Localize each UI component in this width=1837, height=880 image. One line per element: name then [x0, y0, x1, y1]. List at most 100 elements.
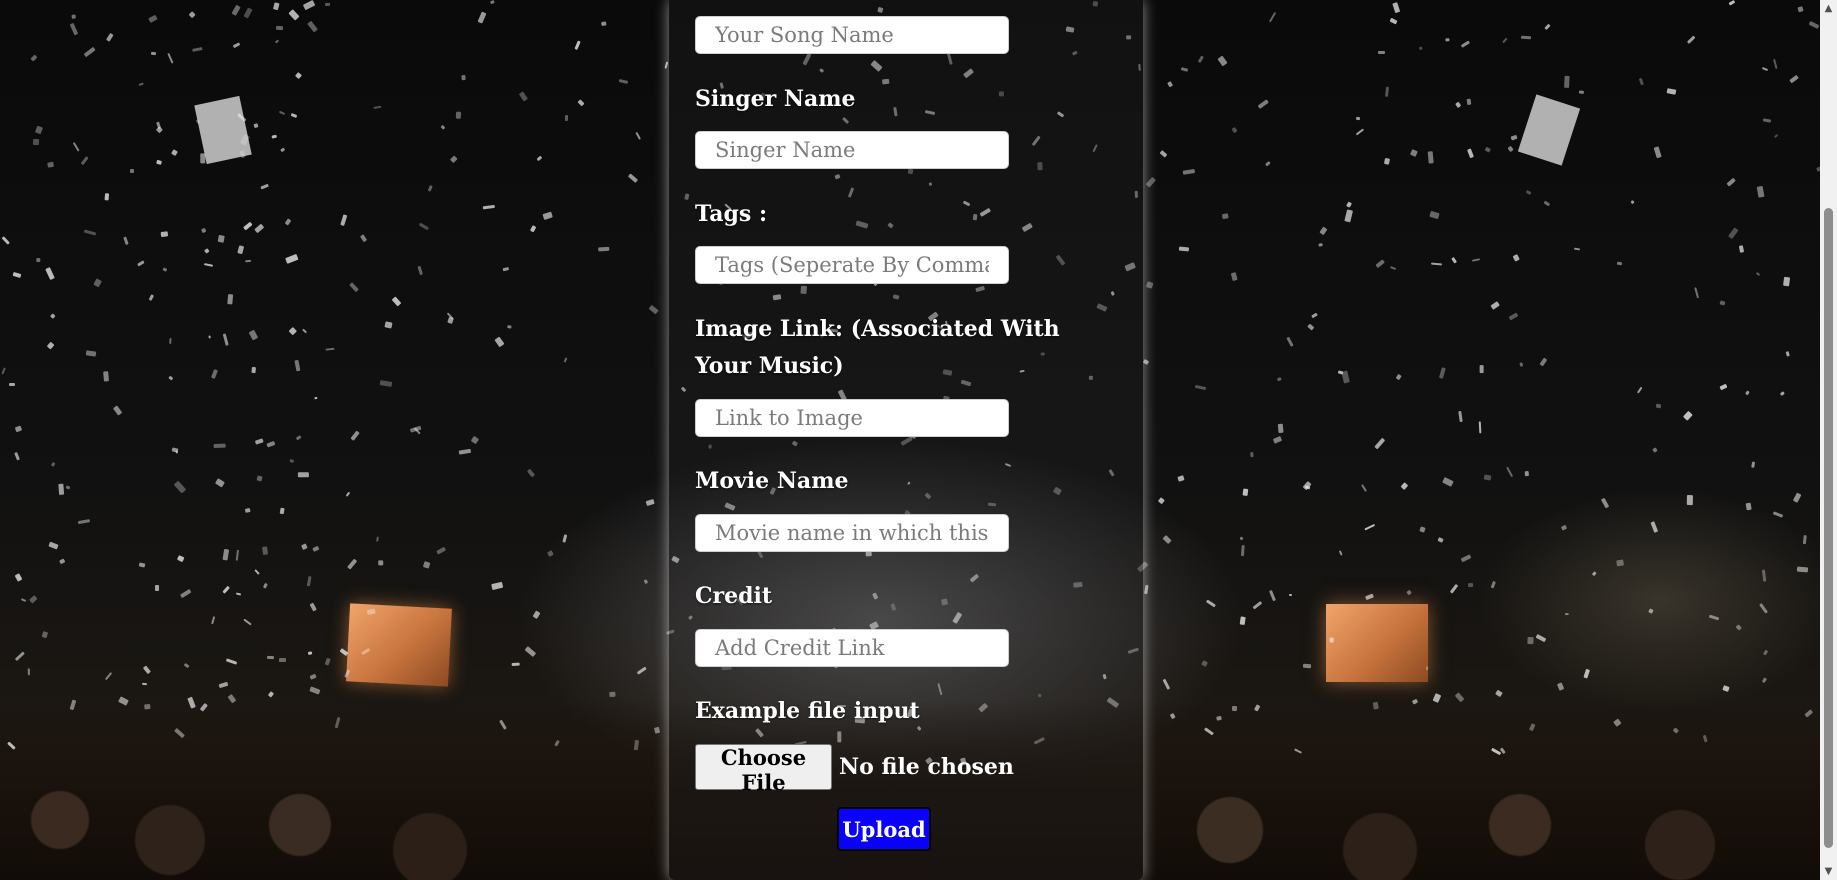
confetti-piece [177, 555, 185, 563]
confetti-piece [1616, 261, 1623, 266]
confetti-piece [1454, 101, 1462, 109]
confetti-piece [1345, 201, 1352, 208]
movie-name-input[interactable] [695, 514, 1009, 552]
confetti-piece [1365, 593, 1375, 600]
confetti-piece [41, 630, 49, 638]
confetti-piece [210, 369, 218, 380]
confetti-piece [1264, 160, 1272, 167]
confetti-piece [1375, 259, 1385, 268]
confetti-piece [85, 350, 97, 357]
confetti-piece [1392, 1, 1401, 13]
confetti-piece [213, 443, 226, 449]
confetti-piece [1182, 168, 1195, 175]
scrollbar-thumb[interactable] [1824, 208, 1833, 848]
confetti-piece [1410, 149, 1418, 157]
confetti-piece [471, 435, 480, 444]
image-link-input[interactable] [695, 399, 1009, 437]
confetti-piece [295, 360, 301, 373]
confetti-piece [1556, 681, 1565, 691]
confetti-piece [15, 572, 23, 582]
confetti-piece [58, 484, 65, 496]
confetti-piece [261, 546, 268, 556]
confetti-piece [233, 42, 241, 49]
confetti-piece [1307, 323, 1315, 331]
confetti-piece [47, 161, 55, 168]
song-name-input[interactable] [695, 16, 1009, 54]
confetti-piece [106, 32, 115, 42]
confetti-piece [32, 138, 39, 145]
confetti-piece [225, 658, 237, 666]
confetti-piece [138, 562, 146, 569]
confetti-piece [1755, 271, 1760, 277]
tags-input[interactable] [695, 246, 1009, 284]
scroll-up-arrow-icon[interactable]: ▲ [1820, 0, 1837, 17]
confetti-piece [155, 584, 160, 591]
confetti-piece [477, 11, 487, 23]
confetti-piece [273, 2, 280, 11]
confetti-piece [1808, 21, 1820, 30]
confetti-piece [235, 592, 241, 596]
confetti-piece [243, 618, 252, 626]
confetti-piece [1728, 0, 1736, 6]
stage-sign-right [1517, 94, 1581, 166]
choose-file-button[interactable]: Choose File [695, 744, 832, 795]
confetti-piece [1146, 280, 1154, 289]
confetti-piece [221, 548, 229, 561]
credit-input[interactable] [695, 629, 1009, 667]
confetti-piece [1430, 262, 1443, 266]
confetti-piece [600, 21, 607, 26]
confetti-piece [1783, 276, 1790, 287]
confetti-piece [1507, 145, 1514, 153]
confetti-piece [309, 673, 318, 680]
confetti-piece [256, 475, 263, 483]
confetti-piece [1310, 312, 1319, 319]
confetti-piece [35, 126, 44, 135]
confetti-piece [48, 541, 59, 550]
confetti-piece [242, 221, 253, 231]
confetti-piece [214, 478, 226, 488]
upload-button[interactable]: Upload [837, 807, 931, 851]
page-scrollbar[interactable]: ▲ ▼ [1820, 0, 1837, 880]
confetti-piece [313, 396, 318, 400]
confetti-piece [1318, 243, 1324, 248]
confetti-piece [417, 266, 423, 276]
confetti-piece [77, 518, 90, 524]
confetti-piece [1636, 386, 1643, 394]
confetti-piece [1472, 258, 1481, 262]
movie-name-label: Movie Name [695, 468, 849, 494]
confetti-piece [1426, 666, 1429, 671]
confetti-piece [70, 22, 79, 36]
scroll-down-arrow-icon[interactable]: ▼ [1820, 863, 1837, 880]
confetti-piece [1508, 312, 1519, 321]
confetti-piece [266, 440, 276, 448]
confetti-piece [148, 294, 155, 302]
confetti-piece [1338, 550, 1343, 557]
confetti-piece [491, 581, 504, 590]
confetti-piece [598, 246, 610, 252]
confetti-piece [1163, 678, 1171, 690]
confetti-piece [1527, 637, 1534, 645]
confetti-piece [1438, 367, 1446, 379]
stage-screen-right [1326, 604, 1428, 682]
confetti-piece [12, 272, 22, 279]
confetti-piece [129, 168, 134, 173]
confetti-piece [1564, 612, 1569, 616]
confetti-piece [1772, 58, 1778, 70]
singer-name-label: Singer Name [695, 86, 856, 112]
confetti-piece [1544, 23, 1552, 30]
confetti-piece [360, 233, 368, 242]
confetti-piece [218, 235, 225, 243]
singer-name-input[interactable] [695, 131, 1009, 169]
confetti-piece [1484, 147, 1491, 153]
confetti-piece [141, 682, 147, 686]
confetti-piece [1194, 384, 1206, 391]
confetti-piece [1798, 6, 1805, 13]
confetti-piece [645, 499, 655, 507]
confetti-piece [608, 692, 616, 698]
confetti-piece [167, 375, 173, 381]
confetti-piece [529, 224, 537, 233]
confetti-piece [1258, 98, 1270, 109]
image-link-label: Image Link: (Associated With Your Music) [695, 316, 1060, 379]
confetti-piece [262, 583, 268, 589]
confetti-piece [170, 149, 178, 156]
